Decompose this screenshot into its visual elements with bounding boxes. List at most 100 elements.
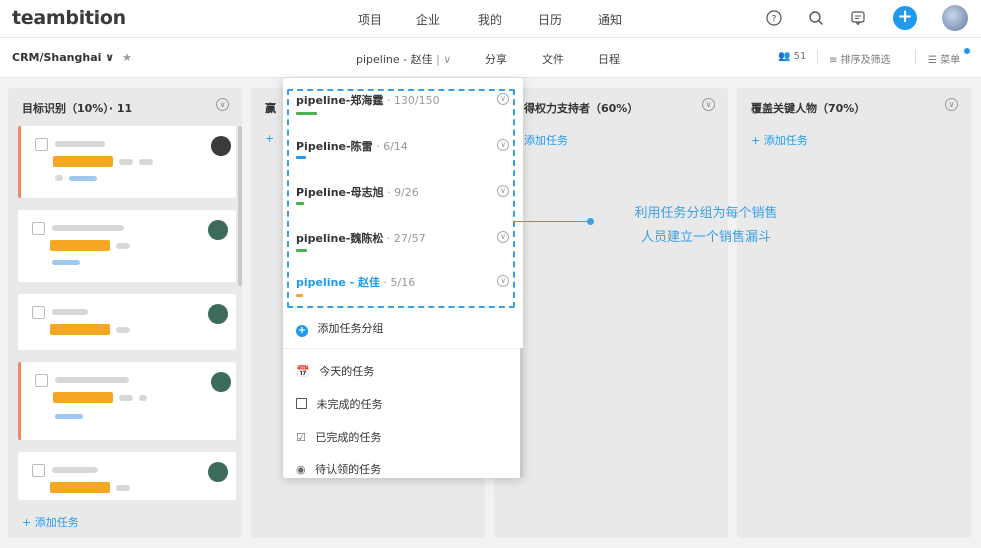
filter-completed[interactable]: ☑ 已完成的任务 — [296, 429, 381, 445]
top-bar: teambition 项目 企业 我的 日历 通知 ? + — [0, 0, 981, 38]
calendar-icon: 📅 — [296, 365, 310, 378]
task-title — [52, 309, 88, 315]
assignee-avatar — [208, 462, 228, 482]
star-icon[interactable]: ★ — [122, 51, 132, 64]
search-icon[interactable] — [806, 8, 826, 28]
help-icon[interactable]: ? — [764, 8, 784, 28]
task-checkbox[interactable] — [32, 222, 45, 235]
chevron-down-icon[interactable]: ∨ — [945, 98, 958, 111]
dropdown-scrollbar[interactable] — [520, 348, 523, 478]
filter-label: 今天的任务 — [319, 365, 375, 378]
sort-filter-button[interactable]: ≡ 排序及筛选 — [829, 51, 891, 66]
nav-mine[interactable]: 我的 — [478, 11, 502, 28]
nav-calendar[interactable]: 日历 — [538, 11, 562, 28]
subtask-count — [119, 395, 133, 401]
column-scrollbar[interactable] — [238, 126, 242, 286]
user-avatar[interactable] — [942, 5, 968, 31]
square-icon — [296, 398, 307, 409]
filter-unclaimed[interactable]: ◉ 待认领的任务 — [296, 461, 381, 477]
task-card[interactable] — [18, 210, 236, 282]
add-circle-icon: + — [296, 325, 308, 337]
chevron-down-icon[interactable]: ∨ — [216, 98, 229, 111]
project-switcher[interactable]: CRM/Shanghai ∨ ★ — [12, 51, 132, 64]
svg-text:?: ? — [772, 15, 777, 25]
tag-label — [55, 414, 83, 419]
tab-files[interactable]: 文件 — [542, 51, 564, 67]
stage-column-1: 目标识别（10%）· 11 ∨ + 添加任务 — [8, 88, 242, 538]
assignee-avatar — [208, 304, 228, 324]
assignee-avatar — [211, 136, 231, 156]
subtask-count — [119, 159, 133, 165]
filter-label: 待认领的任务 — [315, 463, 382, 476]
add-task-button[interactable]: + — [265, 132, 274, 145]
task-title — [55, 377, 129, 383]
members-count[interactable]: 👥 51 — [778, 51, 806, 62]
nav-enterprise[interactable]: 企业 — [416, 11, 440, 28]
divider — [283, 348, 523, 349]
task-checkbox[interactable] — [32, 306, 45, 319]
column-title: 得权力支持者（60%） — [524, 102, 639, 115]
callout-connector — [515, 221, 591, 222]
people-icon: 👥 — [778, 51, 791, 62]
tab-share[interactable]: 分享 — [485, 51, 507, 67]
filter-today[interactable]: 📅 今天的任务 — [296, 363, 374, 379]
pipeline-highlight-box — [287, 89, 515, 308]
add-group-label: 添加任务分组 — [317, 322, 384, 335]
subtask-count — [116, 485, 130, 491]
checked-square-icon: ☑ — [296, 431, 306, 444]
subtask-count — [116, 243, 130, 249]
comment-count — [139, 159, 153, 165]
stage-column-4: 覆盖关键人物（70%） ∨ + 添加任务 — [737, 88, 971, 538]
task-card[interactable] — [18, 294, 236, 350]
create-plus-button[interactable]: + — [893, 6, 917, 30]
nav-projects[interactable]: 项目 — [358, 11, 382, 28]
task-checkbox[interactable] — [35, 138, 48, 151]
menu-label: 菜单 — [940, 55, 961, 66]
add-group-button[interactable]: + 添加任务分组 — [296, 320, 384, 337]
due-date-badge — [50, 240, 110, 251]
add-task-button[interactable]: + 添加任务 — [22, 514, 79, 530]
divider — [817, 50, 818, 64]
stage-column-3: 得权力支持者（60%） ∨ 添加任务 — [494, 88, 728, 538]
list-icon: ≡ — [829, 55, 838, 66]
person-circle-icon: ◉ — [296, 463, 306, 476]
callout-line-1: 利用任务分组为每个销售 — [634, 206, 778, 221]
menu-icon: ☰ — [928, 55, 937, 66]
nav-notifications[interactable]: 通知 — [598, 11, 622, 28]
chevron-down-icon[interactable]: ∨ — [702, 98, 715, 111]
task-title — [55, 141, 105, 147]
pipeline-selector[interactable]: pipeline - 赵佳 | ∨ — [356, 51, 451, 67]
column-title: 目标识别（10%）· 11 — [22, 102, 133, 115]
add-task-button[interactable]: 添加任务 — [524, 132, 568, 148]
task-title — [52, 467, 98, 473]
callout-dot — [587, 218, 594, 225]
members-number: 51 — [793, 51, 807, 62]
sort-filter-label: 排序及筛选 — [840, 55, 891, 66]
due-date-badge — [50, 324, 110, 335]
project-name: CRM/Shanghai ∨ — [12, 51, 115, 64]
chevron-down-icon[interactable]: | ∨ — [436, 53, 451, 66]
callout-line-2: 人员建立一个销售漏斗 — [640, 230, 771, 245]
task-card[interactable] — [18, 362, 236, 440]
task-card[interactable] — [18, 126, 236, 198]
app-logo[interactable]: teambition — [12, 7, 126, 29]
task-card[interactable] — [18, 452, 236, 500]
callout-annotation: 利用任务分组为每个销售 人员建立一个销售漏斗 — [600, 202, 812, 250]
menu-button[interactable]: ☰ 菜单 — [928, 48, 970, 66]
tag-label — [52, 260, 80, 265]
add-task-button[interactable]: + 添加任务 — [751, 132, 808, 148]
due-date-badge — [53, 392, 113, 403]
project-bar: CRM/Shanghai ∨ ★ pipeline - 赵佳 | ∨ 分享 文件… — [0, 38, 981, 78]
task-checkbox[interactable] — [35, 374, 48, 387]
task-checkbox[interactable] — [32, 464, 45, 477]
column-title: 覆盖关键人物（70%） — [751, 102, 866, 115]
column-title: 赢 — [265, 102, 276, 115]
tag-label — [69, 176, 97, 181]
filter-incomplete[interactable]: 未完成的任务 — [296, 396, 383, 412]
due-date-badge — [50, 482, 110, 493]
divider — [915, 50, 916, 64]
assignee-avatar — [208, 220, 228, 240]
tab-schedule[interactable]: 日程 — [598, 51, 620, 67]
pipeline-current: pipeline - 赵佳 — [356, 53, 433, 66]
chat-icon[interactable] — [848, 8, 868, 28]
